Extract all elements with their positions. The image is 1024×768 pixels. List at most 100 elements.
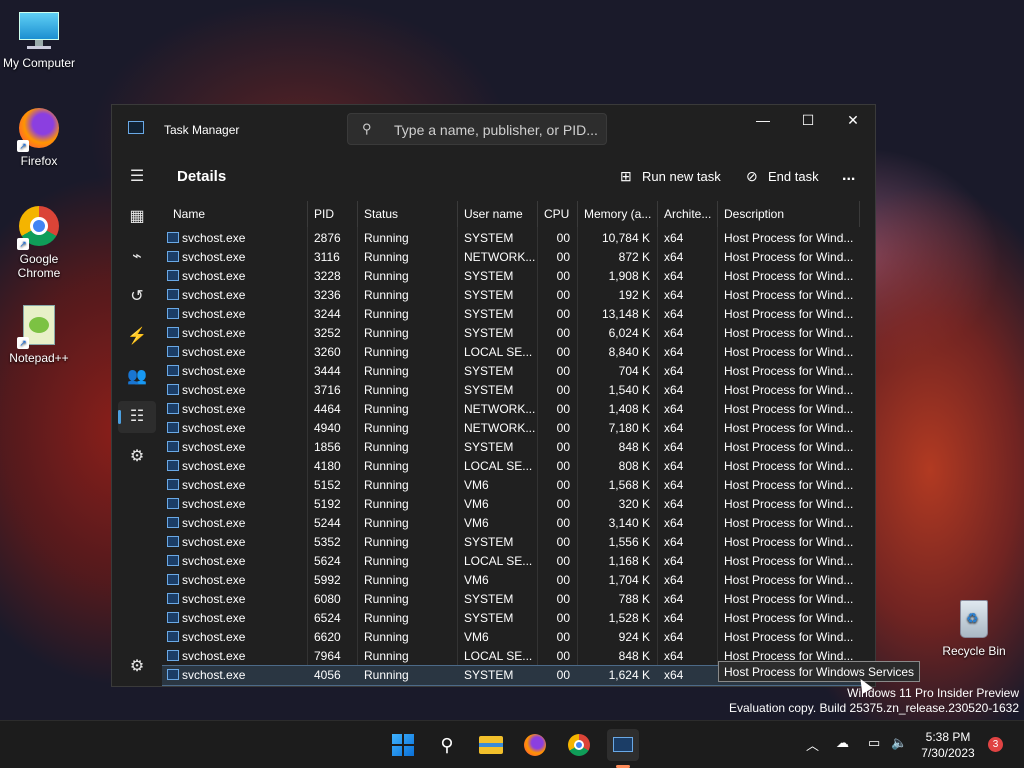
table-row[interactable]: svchost.exe 4940 Running NETWORK... 00 7,180 … (162, 419, 862, 438)
col-memory: 1,908 K (608, 269, 650, 283)
table-row[interactable]: svchost.exe 4180 Running LOCAL SE... 00 808 K… (162, 457, 862, 476)
table-row[interactable]: svchost.exe 3116 Running NETWORK... 00 872 K x… (162, 248, 862, 267)
clock[interactable]: 5:38 PM 7/30/2023 (918, 729, 978, 761)
col-pid: 3260 (314, 345, 341, 359)
col-user-name: LOCAL SE... (464, 345, 533, 359)
startup-apps-nav-icon[interactable]: ⚡ (118, 321, 156, 353)
col-architecture: x64 (664, 288, 684, 302)
col-user-name: SYSTEM (464, 383, 514, 397)
col-architecture: x64 (664, 459, 684, 473)
column-header-cpu[interactable]: CPU (538, 201, 578, 227)
chrome-taskbar-icon[interactable] (563, 729, 595, 761)
col-pid: 6524 (314, 611, 341, 625)
search-input[interactable]: ⚲ Type a name, publisher, or PID... (347, 113, 607, 145)
col-cpu: 00 (556, 421, 570, 435)
processes-nav-icon[interactable]: ▦ (118, 201, 156, 233)
column-header-user-name[interactable]: User name (458, 201, 538, 227)
col-user-name: LOCAL SE... (464, 459, 533, 473)
network-disconnected-icon[interactable]: ☁ (836, 735, 849, 751)
col-cpu: 00 (556, 478, 570, 492)
run-new-task-button[interactable]: ⊞ Run new task (620, 161, 721, 191)
col-architecture: x64 (664, 668, 684, 682)
column-header-pid[interactable]: PID (308, 201, 358, 227)
col-cpu: 00 (556, 668, 570, 682)
end-task-button[interactable]: ⊘ End task (746, 161, 819, 191)
table-row[interactable]: svchost.exe 6524 Running SYSTEM 00 1,528 K x64… (162, 609, 862, 628)
process-icon (167, 498, 179, 509)
shortcut-arrow-icon: ↗ (17, 238, 29, 250)
minimize-button[interactable]: — (740, 105, 786, 137)
table-row[interactable]: svchost.exe 3244 Running SYSTEM 00 13,148 K x6… (162, 305, 862, 324)
col-memory: 1,568 K (608, 478, 650, 492)
more-options-button[interactable]: ... (842, 161, 855, 191)
table-row[interactable]: svchost.exe 3260 Running LOCAL SE... 00 8,840… (162, 343, 862, 362)
desktop-icon-my-computer[interactable]: My Computer (1, 10, 77, 70)
details-nav-icon[interactable]: ☷ (118, 401, 156, 433)
table-row[interactable]: svchost.exe 5992 Running VM6 00 1,704 K x64 Hos… (162, 571, 862, 590)
maximize-button[interactable]: ☐ (785, 105, 831, 137)
task-manager-taskbar-icon[interactable] (607, 729, 639, 768)
hamburger-menu-button[interactable]: ☰ (118, 161, 156, 193)
start-button[interactable] (387, 729, 419, 761)
table-row[interactable]: svchost.exe 3444 Running SYSTEM 00 704 K x64 Ho… (162, 362, 862, 381)
notification-badge[interactable]: 3 (988, 737, 1003, 752)
firefox-taskbar-icon[interactable] (519, 729, 551, 761)
close-button[interactable]: ✕ (830, 105, 875, 137)
col-name: svchost.exe (162, 647, 308, 666)
display-icon[interactable]: ▭ (868, 735, 880, 751)
show-hidden-icons-chevron-icon[interactable]: ︿ (806, 735, 819, 754)
col-pid: 3116 (314, 250, 340, 264)
desktop-icon-chrome[interactable]: ↗ Google Chrome (1, 206, 77, 280)
col-description: Host Process for Wind... (724, 383, 854, 397)
column-header-architecture[interactable]: Archite... (658, 201, 718, 227)
col-architecture: x64 (664, 554, 684, 568)
window-title: Task Manager (164, 123, 240, 137)
column-header-memory[interactable]: Memory (a... (578, 201, 658, 227)
col-memory: 788 K (618, 592, 650, 606)
shortcut-arrow-icon: ↗ (17, 140, 29, 152)
process-icon (167, 365, 179, 376)
app-history-nav-icon[interactable]: ↺ (118, 281, 156, 313)
volume-icon[interactable]: 🔈 (891, 735, 907, 751)
desktop-icon-recycle-bin[interactable]: ♻ Recycle Bin (936, 598, 1012, 658)
table-row[interactable]: svchost.exe 5244 Running VM6 00 3,140 K x64 Hos… (162, 514, 862, 533)
table-row[interactable]: svchost.exe 5352 Running SYSTEM 00 1,556 K x64… (162, 533, 862, 552)
file-explorer-icon[interactable] (475, 729, 507, 761)
table-row[interactable]: svchost.exe 3252 Running SYSTEM 00 6,024 K x64… (162, 324, 862, 343)
col-cpu: 00 (556, 307, 570, 321)
table-row[interactable]: svchost.exe 2876 Running SYSTEM 00 10,784 K x6… (162, 229, 862, 248)
desktop-icon-firefox[interactable]: ↗ Firefox (1, 108, 77, 168)
table-row[interactable]: svchost.exe 5192 Running VM6 00 320 K x64 Host … (162, 495, 862, 514)
title-bar[interactable]: Task Manager ⚲ Type a name, publisher, o… (112, 105, 875, 153)
column-header-description[interactable]: Description (718, 201, 860, 227)
table-row[interactable]: svchost.exe 6080 Running SYSTEM 00 788 K x64 Ho… (162, 590, 862, 609)
table-row[interactable]: svchost.exe 6620 Running VM6 00 924 K x64 Host … (162, 628, 862, 647)
process-name: svchost.exe (182, 307, 246, 321)
table-row[interactable]: svchost.exe 4464 Running NETWORK... 00 1,408 … (162, 400, 862, 419)
search-icon: ⚲ (362, 121, 372, 136)
col-status: Running (364, 554, 409, 568)
column-header-status[interactable]: Status (358, 201, 458, 227)
col-memory: 848 K (618, 440, 650, 454)
table-row[interactable]: svchost.exe 1856 Running SYSTEM 00 848 K x64 Ho… (162, 438, 862, 457)
col-status: Running (364, 383, 409, 397)
table-row[interactable]: svchost.exe 3236 Running SYSTEM 00 192 K x64 Ho… (162, 286, 862, 305)
services-nav-icon[interactable]: ⚙ (118, 441, 156, 473)
col-user-name: VM6 (464, 497, 489, 511)
desktop-icon-notepad-plus-plus[interactable]: ↗ Notepad++ (1, 305, 77, 365)
table-row[interactable]: svchost.exe 3716 Running SYSTEM 00 1,540 K x64… (162, 381, 862, 400)
users-nav-icon[interactable]: 👥 (118, 361, 156, 393)
performance-nav-icon[interactable]: ⌁ (118, 241, 156, 273)
process-icon (167, 308, 179, 319)
col-architecture: x64 (664, 478, 684, 492)
search-taskbar-icon[interactable]: ⚲ (431, 729, 463, 761)
col-status: Running (364, 535, 409, 549)
col-cpu: 00 (556, 269, 570, 283)
table-row[interactable]: svchost.exe 3228 Running SYSTEM 00 1,908 K x64… (162, 267, 862, 286)
desktop-icon-label: Firefox (20, 154, 58, 168)
col-architecture: x64 (664, 535, 684, 549)
col-status: Running (364, 516, 409, 530)
table-row[interactable]: svchost.exe 5624 Running LOCAL SE... 00 1,168… (162, 552, 862, 571)
table-row[interactable]: svchost.exe 5152 Running VM6 00 1,568 K x64 Hos… (162, 476, 862, 495)
settings-gear-icon[interactable]: ⚙ (118, 651, 156, 683)
